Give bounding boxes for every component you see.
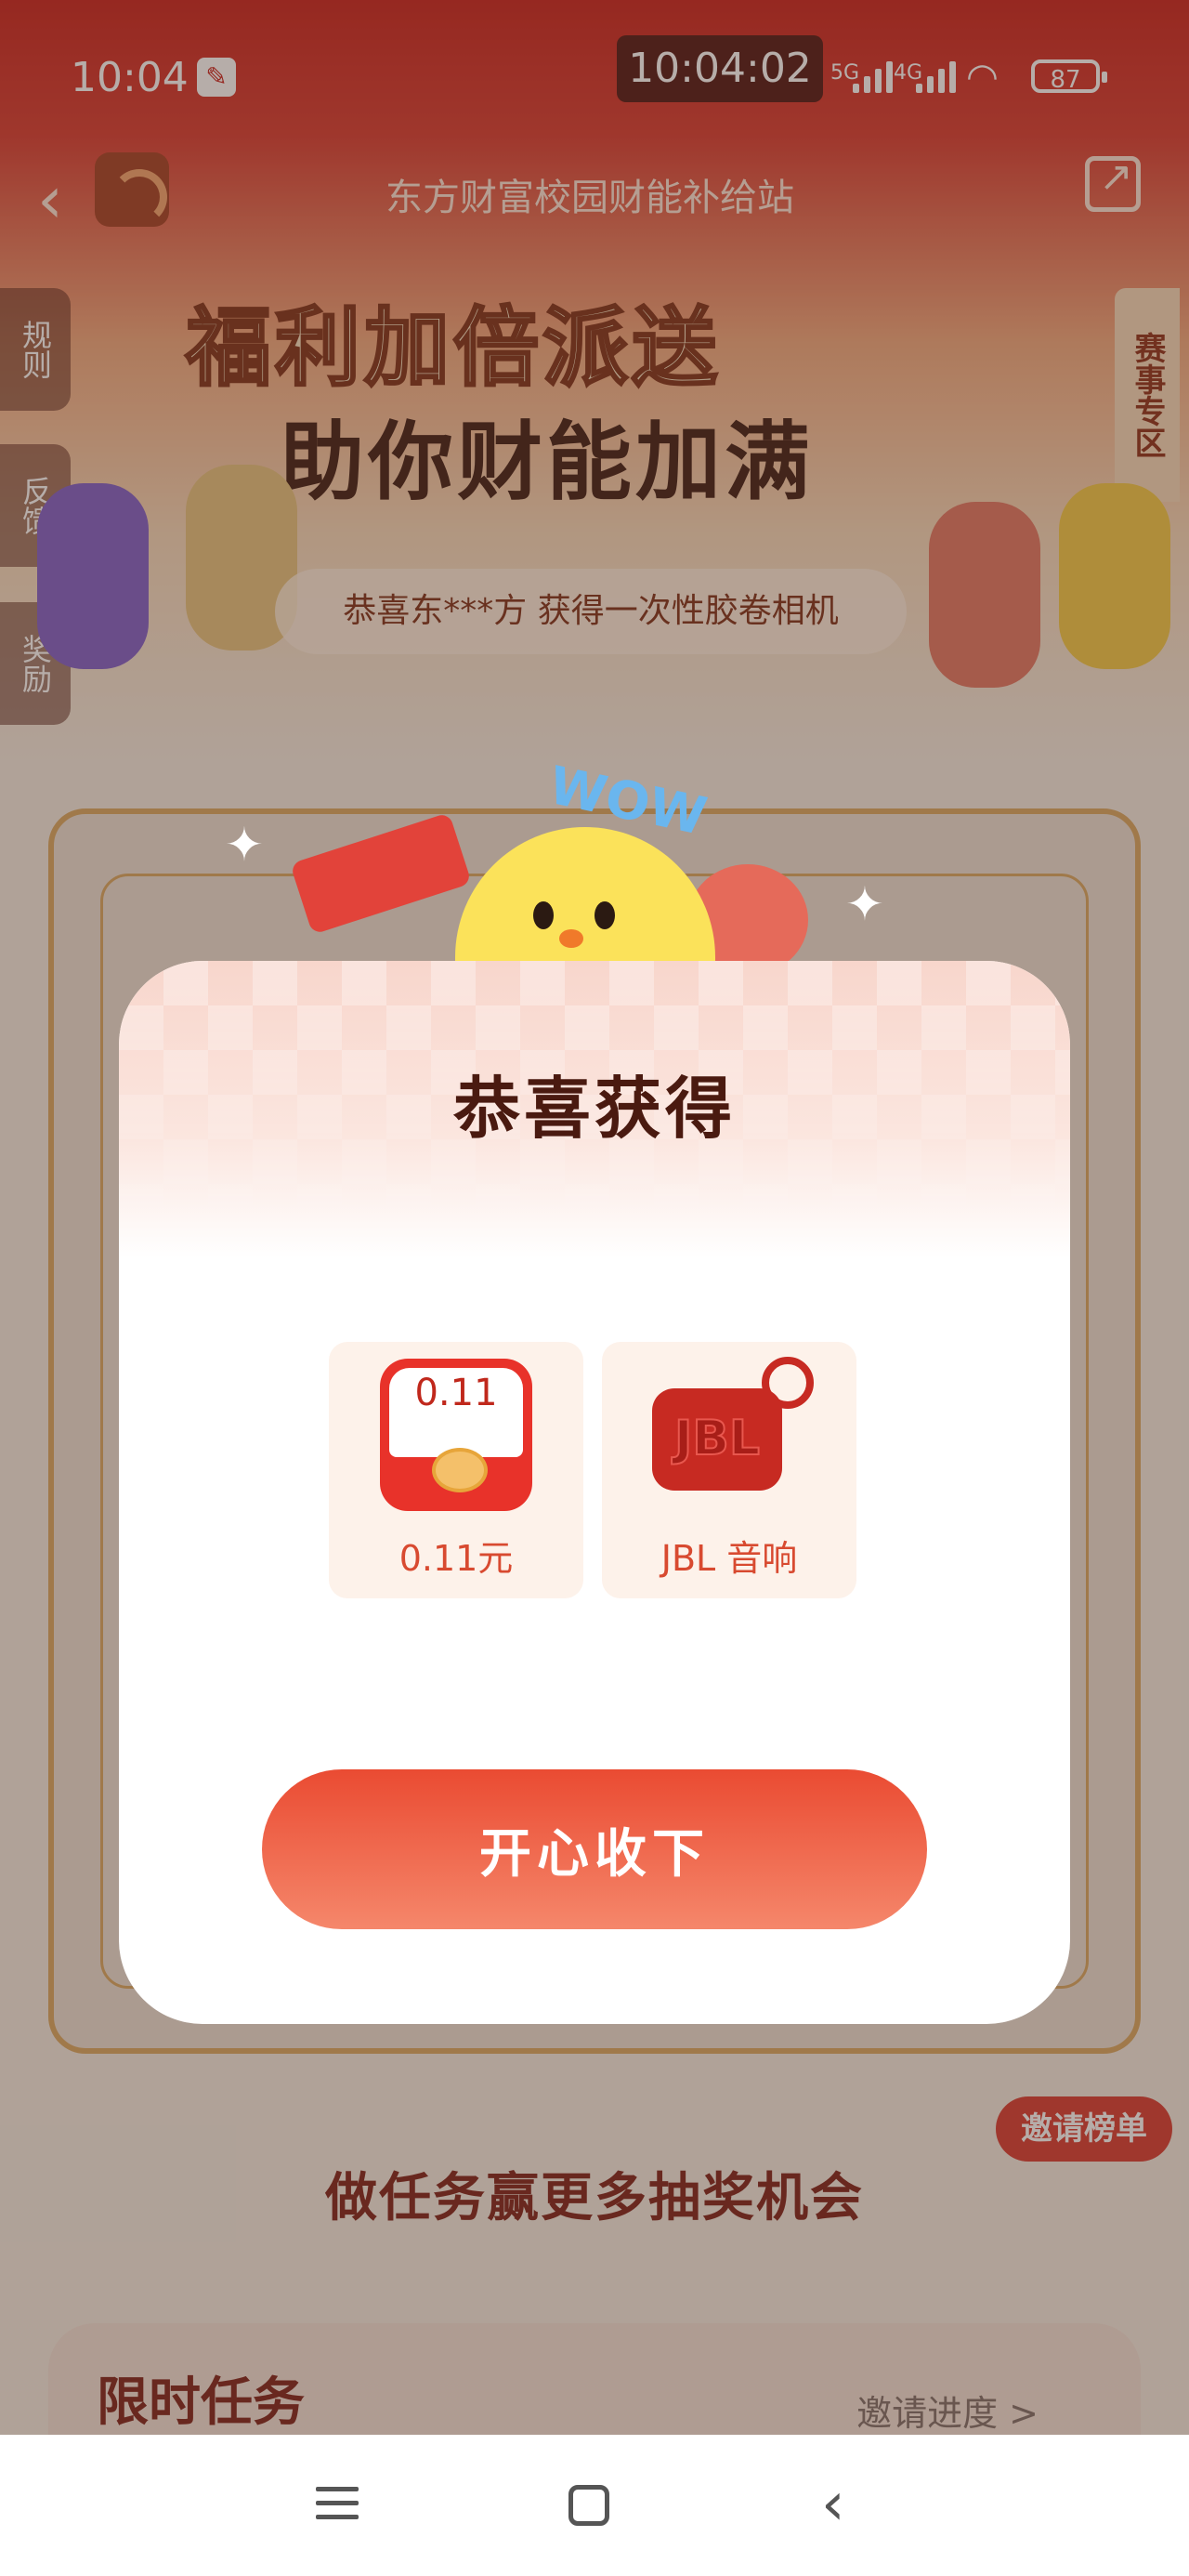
sparkle-icon: ✦ <box>845 877 884 931</box>
prize-card-cash: 0.11 0.11元 <box>329 1342 583 1598</box>
prize-list: 0.11 0.11元 JBL JBL 音响 <box>329 1342 868 1598</box>
sparkle-icon: ✦ <box>225 818 264 872</box>
coin-icon <box>432 1448 488 1492</box>
prize-label: JBL 音响 <box>660 1538 798 1579</box>
red-envelope-icon: 0.11 <box>380 1359 532 1511</box>
system-nav-bar: ‹ <box>0 2435 1189 2576</box>
menu-icon[interactable] <box>316 2487 359 2524</box>
home-icon[interactable] <box>568 2485 609 2526</box>
speaker-icon: JBL <box>652 1357 814 1491</box>
prize-modal: 恭喜获得 0.11 0.11元 JBL JBL 音响 开心收下 <box>119 961 1070 2024</box>
mascot-eye <box>533 901 554 929</box>
speaker-logo: JBL <box>673 1410 761 1467</box>
back-icon[interactable]: ‹ <box>821 2470 845 2539</box>
modal-title: 恭喜获得 <box>452 1070 736 1148</box>
envelope-amount: 0.11 <box>414 1372 498 1414</box>
prize-label: 0.11元 <box>399 1538 514 1579</box>
prize-card-speaker: JBL JBL 音响 <box>602 1342 856 1598</box>
speaker-strap <box>762 1357 814 1409</box>
app-screen: 10:04 ✎ 10:04:02 5G 4G ◠ 87 ‹ 东方财富校园财能补给… <box>0 0 1189 2576</box>
accept-button[interactable]: 开心收下 <box>262 1769 927 1929</box>
mascot-eye <box>594 901 615 929</box>
mascot-beak <box>559 929 583 948</box>
